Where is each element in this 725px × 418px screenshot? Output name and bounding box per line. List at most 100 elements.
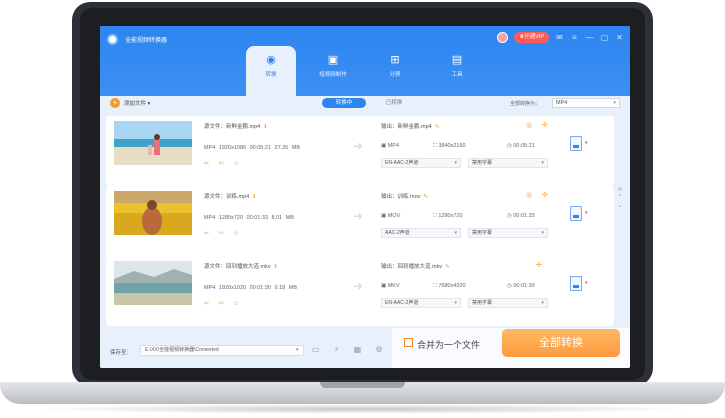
arrow-right-icon: ➜ [353,279,364,293]
output-resolution: ⛶ 7680x4320 [433,283,466,289]
output-file-icon[interactable] [570,276,582,291]
message-icon[interactable]: ✉ [555,33,564,43]
menu-icon[interactable]: ≡ [570,33,579,43]
chevron-down-icon: ▾ [541,230,544,236]
convert-all-button[interactable]: 全部转换 [502,329,620,357]
output-format-value: MP4 [556,100,568,106]
output-filename: 输出：回到播放大道.mkv ✎ [381,264,450,270]
row-settings-icons[interactable]: ◎ ✢ [526,121,552,129]
video-edit-icon: ▣ [327,54,339,66]
collapse-toggle-icon[interactable]: ✕ ⌃ ⌄ [616,186,624,210]
subtitle-select[interactable]: 禁用字幕 ▾ [468,298,548,308]
bottom-bar: 保存至： E:\XX\全能视频转换器\Converted ▾ ▭ ⚡ ▦ ⚙ 合… [100,328,630,368]
chevron-down-icon: ▾ [454,230,457,236]
tab-label: 短视频制作 [319,72,347,78]
info-icon: ℹ [253,194,256,200]
info-icon: ℹ [274,264,277,270]
chevron-down-icon: ▾ [454,300,457,306]
tab-label: 工具 [451,72,463,78]
row-settings-icons[interactable]: ◎ ✢ [526,191,552,199]
add-file-button[interactable]: 添加文件 ▾ [124,99,150,107]
window-controls: ♛开通VIP ✉ ≡ — ▢ ✕ [497,32,624,43]
output-duration: ◷ 00:01:30 [507,283,535,289]
chevron-down-icon: ▾ [613,100,616,106]
output-metadata: ▣ MOV ⛶ 1280x720 ◷ 00:01:33 [381,213,551,221]
merge-label[interactable]: 合并为一个文件 [417,338,480,351]
file-row: 源文件：回到播放大道.mkv ℹ MP4 1920x1020 00:01:30 9… [106,256,614,326]
rename-icon: ✎ [423,194,429,200]
status-toggle: 转换中 已转换 [322,98,416,108]
subtitle-select[interactable]: 禁用字幕 ▾ [468,158,548,168]
tab-label: 转换 [265,72,277,78]
row-settings-icons[interactable]: ✢ [536,261,546,269]
toolbox-icon: ▤ [451,54,463,66]
output-duration: ◷ 00:05:21 [507,143,535,149]
video-thumbnail[interactable] [114,121,192,165]
tab-label: 分屏 [389,72,401,78]
output-metadata: ▣ MKV ⛶ 7680x4320 ◷ 00:01:30 [381,283,551,291]
merge-checkbox[interactable] [404,338,413,347]
chevron-down-icon: ▾ [541,160,544,166]
maximize-icon[interactable]: ▢ [600,33,609,43]
source-metadata: MP4 1920x1080 00:05:21 27.35 MB [204,145,301,151]
audio-track-select[interactable]: EN-AAC-2声道 ▾ [381,298,461,308]
output-format-select[interactable]: MP4 ▾ [552,98,620,108]
chevron-down-icon[interactable]: ▾ [585,210,588,216]
app-logo-icon [107,34,118,45]
arrow-right-icon: ➜ [353,139,364,153]
tab-video-edit[interactable]: ▣ 短视频制作 [308,46,358,96]
add-file-icon[interactable]: + [110,98,120,108]
chevron-down-icon[interactable]: ▾ [296,347,299,353]
convert-panel: 合并为一个文件 全部转换 [392,328,630,368]
save-path-field[interactable]: E:\XX\全能视频转换器\Converted [140,345,304,356]
output-format: ▣ MKV [381,283,400,289]
audio-track-select[interactable]: EN-AAC-2声道 ▾ [381,158,461,168]
tab-converting[interactable]: 转换中 [322,98,366,108]
rename-icon: ✎ [445,264,450,270]
app-title: 全能视频转换器 [125,38,168,44]
convert-all-label: 全部转换为： [510,101,541,107]
file-row: 源文件：新鲜金鹏.mp4 ℹ MP4 1920x1080 00:05:21 27.… [106,116,614,186]
file-row: 源文件：训练.mp4 ℹ MP4 1280x720 00:01:33 8.01 M… [106,186,614,256]
arrow-right-icon: ➜ [353,209,364,223]
audio-track-select[interactable]: AAC-2声道 ▾ [381,228,461,238]
tab-tools[interactable]: ▤ 工具 [432,46,482,96]
close-icon[interactable]: ✕ [615,33,624,43]
video-thumbnail[interactable] [114,261,192,305]
tab-converted[interactable]: 已转换 [372,98,416,108]
output-duration: ◷ 00:01:33 [507,213,535,219]
output-filename: 输出：新鲜金鹏.mp4 ✎ [381,124,440,130]
output-file-icon[interactable] [570,206,582,221]
app-window: 全能视频转换器 ♛开通VIP ✉ ≡ — ▢ ✕ ◉ 转换 ▣ 短视频制作 ⊞ … [100,26,630,368]
chevron-down-icon[interactable]: ▾ [585,280,588,286]
video-thumbnail[interactable] [114,191,192,235]
output-resolution: ⛶ 1280x720 [433,213,463,219]
output-resolution: ⛶ 3840x2160 [433,143,466,149]
minimize-icon[interactable]: — [585,33,594,43]
output-filename: 输出：训练.mov ✎ [381,194,429,200]
edit-tools[interactable]: ✂ ✄ ☺ [204,300,244,307]
convert-icon: ◉ [266,54,276,66]
title-bar: 全能视频转换器 ♛开通VIP ✉ ≡ — ▢ ✕ ◉ 转换 ▣ 短视频制作 ⊞ … [100,26,630,96]
subtitle-select[interactable]: 禁用字幕 ▾ [468,228,548,238]
chevron-down-icon[interactable]: ▾ [585,140,588,146]
chevron-down-icon: ▾ [541,300,544,306]
source-metadata: MP4 1920x1020 00:01:30 9.18 MB [204,285,298,291]
vip-button[interactable]: ♛开通VIP [514,32,549,43]
output-file-icon[interactable] [570,136,582,151]
toolbar: + 添加文件 ▾ 转换中 已转换 全部转换为： MP4 ▾ [100,96,630,110]
bottom-tool-icons[interactable]: ▭ ⚡ ▦ ⚙ [312,345,389,354]
tab-split-screen[interactable]: ⊞ 分屏 [370,46,420,96]
edit-tools[interactable]: ✂ ✄ ☺ [204,230,244,237]
split-screen-icon: ⊞ [390,54,400,66]
source-filename: 源文件：回到播放大道.mkv ℹ [204,264,277,270]
laptop-notch [320,382,405,388]
chevron-down-icon: ▾ [454,160,457,166]
output-format: ▣ MOV [381,213,401,219]
edit-tools[interactable]: ✂ ✄ ☺ [204,160,244,167]
screenshot-stage: 全能视频转换器 ♛开通VIP ✉ ≡ — ▢ ✕ ◉ 转换 ▣ 短视频制作 ⊞ … [0,0,725,418]
tab-convert[interactable]: ◉ 转换 [246,46,296,96]
user-avatar[interactable] [497,32,509,43]
output-format: ▣ MP4 [381,143,400,149]
source-metadata: MP4 1280x720 00:01:33 8.01 MB [204,215,294,221]
